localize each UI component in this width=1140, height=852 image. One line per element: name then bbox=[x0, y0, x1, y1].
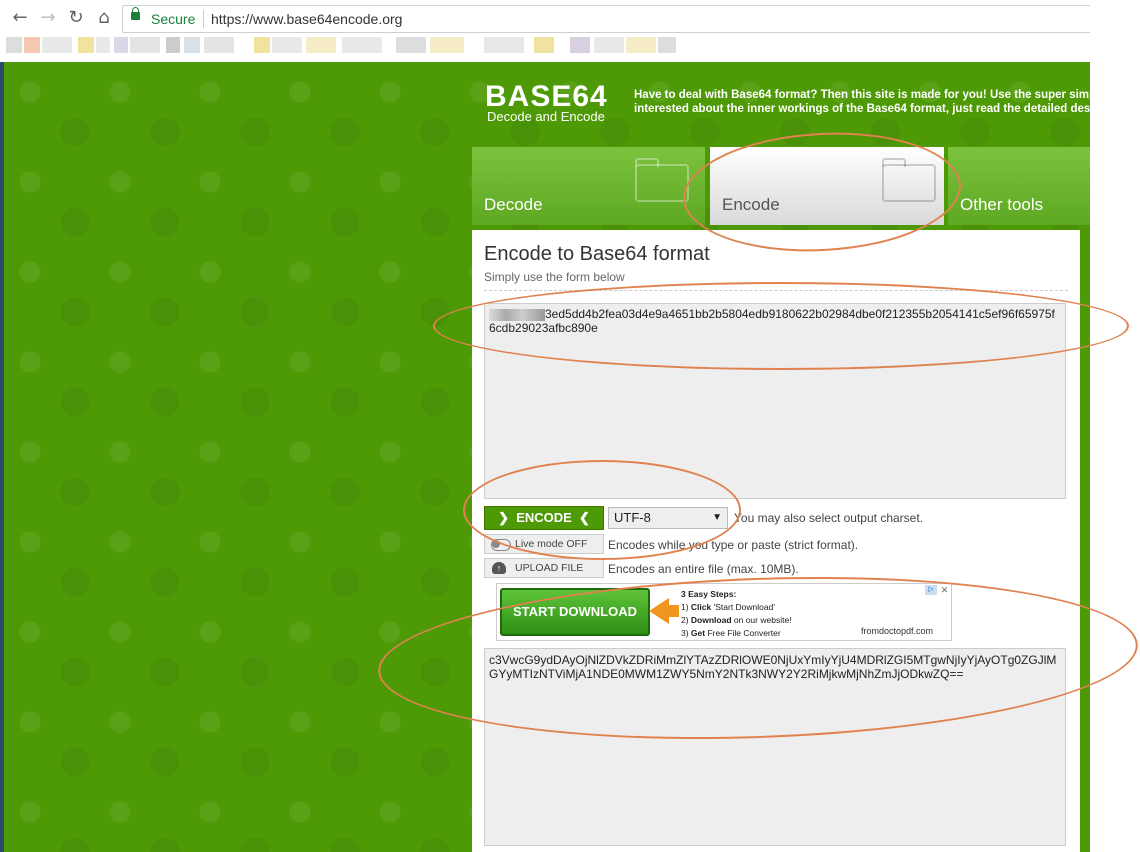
bookmark-icon[interactable] bbox=[342, 37, 382, 53]
close-icon[interactable]: ✕ bbox=[939, 585, 950, 595]
ad-info-icon[interactable]: ▷ bbox=[925, 585, 937, 595]
redacted-text bbox=[489, 308, 545, 321]
bookmark-icon[interactable] bbox=[272, 37, 302, 53]
bookmark-icon[interactable] bbox=[396, 37, 426, 53]
bookmark-icon[interactable] bbox=[78, 37, 94, 53]
charset-value: UTF-8 bbox=[614, 510, 651, 525]
bookmarks-bar bbox=[0, 37, 1090, 55]
charset-note: You may also select output charset. bbox=[734, 511, 923, 525]
tab-label: Other tools bbox=[960, 195, 1044, 214]
bookmark-icon[interactable] bbox=[484, 37, 524, 53]
upload-file-button[interactable]: ↑ UPLOAD FILE bbox=[484, 558, 604, 578]
back-arrow-icon[interactable]: ← bbox=[8, 6, 32, 30]
intro-line: interested about the inner workings of t… bbox=[634, 103, 1090, 115]
bookmark-icon[interactable] bbox=[534, 37, 554, 53]
charset-select[interactable]: UTF-8 ▼ bbox=[608, 507, 728, 529]
lock-icon bbox=[131, 7, 140, 20]
ad-steps: 3 Easy Steps: 1) Click 'Start Download' … bbox=[681, 588, 792, 640]
bookmark-icon[interactable] bbox=[184, 37, 200, 53]
bookmark-icon[interactable] bbox=[114, 37, 128, 53]
address-bar[interactable]: Secure https://www.base64encode.org bbox=[122, 5, 1091, 33]
advertisement[interactable]: START DOWNLOAD 3 Easy Steps: 1) Click 'S… bbox=[496, 583, 952, 641]
live-mode-label: Live mode OFF bbox=[515, 538, 588, 550]
ad-site: fromdoctopdf.com bbox=[860, 626, 933, 636]
tab-other-tools[interactable]: Other tools bbox=[948, 147, 1090, 225]
ad-arrow-icon bbox=[649, 598, 669, 624]
ad-step: 3) Get Free File Converter bbox=[681, 628, 781, 638]
folder-icon bbox=[882, 158, 936, 202]
bookmark-icon[interactable] bbox=[6, 37, 22, 53]
ad-steps-title: 3 Easy Steps: bbox=[681, 589, 737, 599]
bookmark-icon[interactable] bbox=[24, 37, 40, 53]
address-separator bbox=[203, 10, 204, 28]
intro-line: Have to deal with Base64 format? Then th… bbox=[634, 89, 1090, 101]
logo-subtitle: Decode and Encode bbox=[487, 109, 605, 124]
bookmark-icon[interactable] bbox=[254, 37, 270, 53]
encode-button[interactable]: ❯ ENCODE ❮ bbox=[484, 506, 604, 530]
tab-decode[interactable]: Decode bbox=[472, 147, 705, 225]
home-icon[interactable]: ⌂ bbox=[92, 6, 116, 30]
reload-icon[interactable]: ↻ bbox=[64, 6, 88, 30]
bookmark-icon[interactable] bbox=[658, 37, 676, 53]
ad-arrow-tail bbox=[667, 605, 679, 617]
bookmark-icon[interactable] bbox=[42, 37, 72, 53]
output-textarea[interactable]: c3VwcG9ydDAyOjNlZDVkZDRiMmZlYTAzZDRlOWE0… bbox=[484, 648, 1066, 846]
page-title: Encode to Base64 format bbox=[484, 243, 710, 265]
bookmark-icon[interactable] bbox=[130, 37, 160, 53]
upload-label: UPLOAD FILE bbox=[515, 562, 584, 574]
input-value: 3ed5dd4b2fea03d4e9a4651bb2b5804edb918062… bbox=[489, 307, 1055, 335]
secure-label: Secure bbox=[151, 11, 196, 27]
ad-step: 1) Click 'Start Download' bbox=[681, 602, 775, 612]
forward-arrow-icon[interactable]: → bbox=[36, 6, 60, 30]
bookmark-icon[interactable] bbox=[430, 37, 464, 53]
tab-label: Decode bbox=[484, 195, 543, 214]
bookmark-icon[interactable] bbox=[166, 37, 180, 53]
live-mode-toggle[interactable]: Live mode OFF bbox=[484, 534, 604, 554]
bookmark-icon[interactable] bbox=[594, 37, 624, 53]
tab-label: Encode bbox=[722, 195, 780, 214]
url-text[interactable]: https://www.base64encode.org bbox=[211, 11, 402, 27]
folder-open-icon bbox=[635, 158, 689, 202]
upload-note: Encodes an entire file (max. 10MB). bbox=[608, 562, 799, 576]
tab-encode[interactable]: Encode bbox=[710, 147, 944, 225]
encode-panel: Encode to Base64 format Simply use the f… bbox=[472, 230, 1080, 852]
intro-text: Have to deal with Base64 format? Then th… bbox=[634, 88, 1090, 116]
bookmark-icon[interactable] bbox=[306, 37, 336, 53]
bookmark-icon[interactable] bbox=[96, 37, 110, 53]
ad-step: 2) Download on our website! bbox=[681, 615, 792, 625]
window-edge bbox=[0, 62, 4, 852]
input-textarea[interactable]: 3ed5dd4b2fea03d4e9a4651bb2b5804edb918062… bbox=[484, 303, 1066, 499]
bookmark-icon[interactable] bbox=[570, 37, 590, 53]
bookmark-icon[interactable] bbox=[626, 37, 656, 53]
cloud-upload-icon: ↑ bbox=[492, 562, 506, 574]
browser-toolbar: ← → ↻ ⌂ Secure https://www.base64encode.… bbox=[0, 0, 1091, 63]
bookmark-icon[interactable] bbox=[204, 37, 234, 53]
divider bbox=[484, 290, 1068, 291]
ad-start-download-button[interactable]: START DOWNLOAD bbox=[500, 588, 650, 636]
blank-margin bbox=[1090, 0, 1140, 852]
live-mode-note: Encodes while you type or paste (strict … bbox=[608, 538, 859, 552]
page-subtitle: Simply use the form below bbox=[484, 270, 625, 284]
toggle-icon bbox=[491, 539, 511, 551]
dropdown-arrow-icon: ▼ bbox=[712, 512, 722, 523]
encode-button-label: ENCODE bbox=[516, 510, 572, 525]
